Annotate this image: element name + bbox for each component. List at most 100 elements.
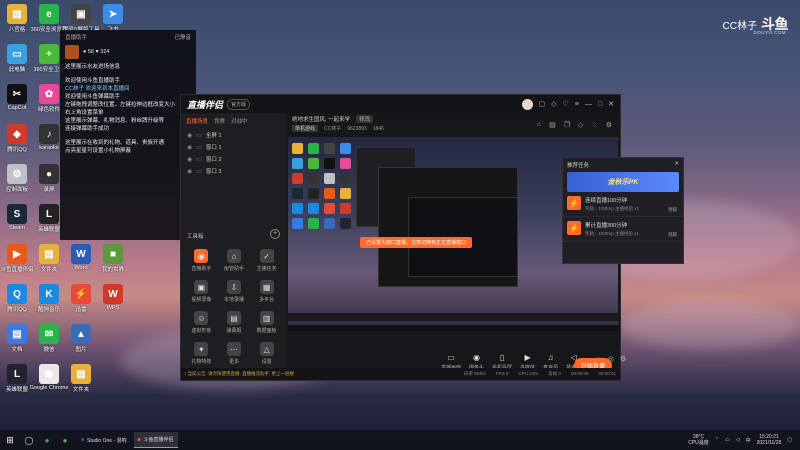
tool-item[interactable]: ▥ 数据面板 — [250, 311, 283, 334]
desktop-icon[interactable]: Q 腾讯QQ — [2, 282, 32, 318]
tool-item[interactable]: ▤ 弹幕姬 — [218, 311, 251, 334]
gift-icon[interactable]: ◇ — [551, 100, 556, 108]
desktop-icon[interactable]: L 英雄联盟 — [2, 362, 32, 398]
tool-item[interactable]: △ 设置 — [250, 342, 283, 365]
copy-icon[interactable]: ❐ — [564, 121, 570, 129]
volume-icon[interactable]: ◁ — [736, 437, 740, 443]
desktop-icon[interactable]: ▭ 此电脑 — [2, 42, 32, 78]
tool-item[interactable]: ⌂ 房管助手 — [218, 249, 251, 272]
tool-item[interactable]: ◉ 直播助手 — [185, 249, 218, 272]
input-language[interactable]: 中 — [746, 437, 751, 444]
status-cpu: CPU 24% — [518, 371, 539, 376]
desktop-icon[interactable]: ◉ Google Chrome — [30, 362, 68, 398]
tool-item[interactable]: ▦ 多平台 — [250, 280, 283, 303]
stream-assistant-overlay[interactable]: 直播助手 已静音 ● 56 ♥ 324 这里展示水友进场信息 欢迎使用斗鱼直播助手… — [60, 30, 196, 240]
scene-tab[interactable]: 直播场景 — [186, 117, 208, 125]
task-item[interactable]: ⚡ 累计直播300分钟 奖励：100Exp 主播经验 x1 领取 — [563, 217, 683, 242]
tool-item[interactable]: ☺ 虚拟形象 — [185, 311, 218, 334]
status-timer: 00:00:01 — [598, 371, 616, 376]
start-icon[interactable]: ⊞ — [0, 435, 20, 446]
notification-icon[interactable]: ♡ — [563, 100, 569, 108]
app-titlebar[interactable]: 直播伴侣 官方版 ▢ ◇ ♡ ≡ — □ ✕ — [181, 95, 620, 113]
desktop-icon-image: ⚡ — [71, 284, 91, 304]
desktop-icon[interactable]: ■ 我的世界 — [98, 242, 128, 278]
desktop-icon[interactable]: ✂ CapCut — [2, 82, 32, 118]
gear-icon[interactable]: ⚙ — [620, 355, 626, 363]
desktop-icon[interactable]: ▶ 斗鱼直播伴侣 — [1, 242, 34, 278]
room-host: CC林子 — [324, 126, 342, 132]
tool-item[interactable]: ✦ 礼物特效 — [185, 342, 218, 365]
tool-item[interactable]: ▣ 视频录像 — [185, 280, 218, 303]
desktop-icon-image: ▲ — [71, 324, 91, 344]
desktop-icon[interactable]: K 酷狗音乐 — [34, 282, 64, 318]
scene-sidebar: 直播场景 竞赛 对战中 ◉ ▭ 全屏 1 ◉ ▭ 窗口 1 ◉ ▭ 窗口 2 ◉ ▭ 窗口 3 工具箱 +… — [181, 113, 286, 380]
clock[interactable]: 15:20:21 2021/11/28 — [757, 434, 782, 446]
desktop-icon[interactable]: ▤ 文件夹 — [66, 362, 96, 398]
desktop-icon[interactable]: S Steam — [2, 202, 32, 238]
overlay-mute-status[interactable]: 已静音 — [174, 33, 191, 41]
eye-icon[interactable]: ◉ — [187, 144, 192, 151]
cpu-temperature[interactable]: 38°C CPU温度 — [688, 434, 709, 446]
desktop-icon[interactable]: ▲ 图片 — [66, 322, 96, 358]
tool-item[interactable]: ⇩ 本地录播 — [218, 280, 251, 303]
preview-icon — [324, 203, 335, 214]
overlay-title: 直播助手 — [65, 35, 88, 41]
scene-item[interactable]: ◉ ▭ 窗口 1 — [181, 141, 286, 153]
tool-item[interactable]: ⋯ 更多 — [218, 342, 251, 365]
scene-tab[interactable]: 竞赛 — [214, 117, 225, 125]
taskbar-app[interactable]: ■ 斗鱼直播伴侣 — [133, 432, 178, 448]
bag-icon[interactable]: ⌂ — [537, 121, 541, 129]
desktop-icon[interactable]: ◆ 腾讯QQ — [2, 122, 32, 158]
scene-tabs: 直播场景 竞赛 对战中 — [181, 113, 286, 129]
maximize-icon[interactable]: □ — [598, 101, 602, 108]
desktop-icon[interactable]: W Word — [66, 242, 96, 278]
popup-close-icon[interactable]: ✕ — [674, 161, 679, 169]
menu-icon[interactable]: ≡ — [575, 101, 579, 108]
room-title[interactable]: 绝地求生国风, 一起来学 — [292, 115, 350, 123]
trash-icon[interactable]: ▤ — [549, 121, 556, 129]
desktop-icon[interactable]: ⚡ 迅雷 — [66, 282, 96, 318]
edit-title-button[interactable]: 修改 — [356, 115, 374, 123]
desktop-icon[interactable]: ⚙ 控制面板 — [2, 162, 32, 198]
chat-icon[interactable]: ▢ — [539, 100, 546, 108]
eye-icon[interactable]: ◉ — [187, 168, 192, 175]
taskbar-app[interactable]: ■ Studio One - 混响 — [77, 432, 131, 448]
bell-icon[interactable]: ♢ — [591, 121, 597, 129]
task-claim-button[interactable]: 领取 — [668, 232, 677, 238]
taskbar-app-icon[interactable]: ● — [58, 433, 72, 447]
status-notice: ! 当前公告: 请尽快使用直播, 直播推流助手, 更上一层楼 — [185, 371, 294, 376]
tray-chevron-icon[interactable]: ⌃ — [715, 437, 719, 443]
scene-label: 窗口 3 — [205, 169, 222, 175]
user-avatar[interactable] — [521, 98, 533, 110]
share-icon[interactable]: ◇ — [578, 121, 583, 129]
notification-center-icon[interactable]: ▢ — [787, 437, 792, 443]
scene-item[interactable]: ◉ ▭ 窗口 3 — [181, 165, 286, 177]
desktop-icon[interactable]: W WPS — [98, 282, 128, 318]
event-banner[interactable]: 金秋乐PK — [567, 172, 679, 192]
eye-icon[interactable]: ◉ — [187, 132, 192, 139]
douyu-live-companion-window[interactable]: 直播伴侣 官方版 ▢ ◇ ♡ ≡ — □ ✕ 直播场景 竞赛 对战中 ◉ ▭ 全屏 1 ◉… — [180, 94, 684, 381]
scene-item[interactable]: ◉ ▭ 全屏 1 — [181, 129, 286, 141]
eye-icon[interactable]: ◉ — [187, 156, 192, 163]
desktop-icon[interactable]: ✉ 微信 — [34, 322, 64, 358]
task-claim-button[interactable]: 领取 — [668, 207, 677, 213]
close-icon[interactable]: ✕ — [608, 100, 614, 108]
add-tool-icon[interactable]: + — [270, 229, 280, 239]
room-category[interactable]: 单机游戏 — [292, 125, 319, 132]
recommended-tasks-popup[interactable]: 推荐任务 ✕ 金秋乐PK ⚡ 连续直播100分钟 奖励：100Exp 主播经验 x1… — [562, 157, 684, 264]
task-item[interactable]: ⚡ 连续直播100分钟 奖励：100Exp 主播经验 x1 领取 — [563, 192, 683, 217]
scene-item[interactable]: ◉ ▭ 窗口 2 — [181, 153, 286, 165]
network-icon[interactable]: ▭ — [725, 437, 730, 443]
minimize-icon[interactable]: — — [585, 101, 592, 108]
desktop-icon[interactable]: ▤ 文档 — [2, 322, 32, 358]
taskbar-search-icon[interactable]: ◯ — [22, 433, 36, 447]
settings-icon[interactable]: ⚙ — [606, 121, 612, 129]
desktop-icon-image: ➤ — [103, 4, 123, 24]
status-fps: FPS 0 — [495, 371, 509, 376]
taskbar-browser-icon[interactable]: ● — [40, 433, 54, 447]
desktop-icon[interactable]: ▤ 八宫格 — [2, 2, 32, 38]
control-icon: ▭ — [447, 353, 455, 362]
desktop-icon[interactable]: ▤ 文件夹 — [34, 242, 64, 278]
tool-item[interactable]: ✓ 主播任务 — [250, 249, 283, 272]
scene-tab[interactable]: 对战中 — [231, 117, 248, 125]
